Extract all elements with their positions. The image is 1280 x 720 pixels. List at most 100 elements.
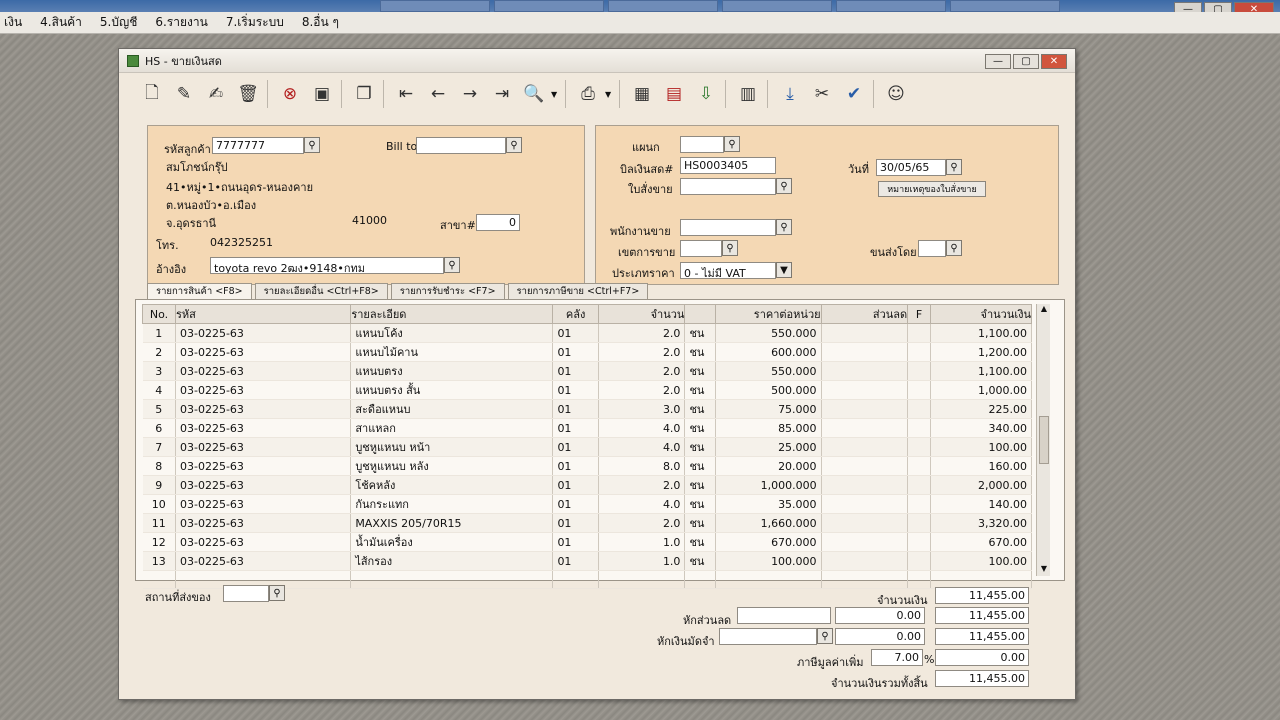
cell-item-code[interactable]: 03-0225-63 [175, 399, 352, 419]
cell-discount[interactable] [821, 532, 909, 552]
table-row[interactable]: 5 03-0225-63 สะดือแหนบ 01 3.0 ชน 75.000 225.00 [142, 399, 1033, 419]
cell-warehouse[interactable]: 01 [552, 532, 599, 552]
host-tab[interactable] [836, 0, 946, 12]
cell-unit[interactable]: ชน [684, 475, 717, 495]
cell-item-code[interactable]: 03-0225-63 [175, 513, 352, 533]
table-row[interactable]: 4 03-0225-63 แหนบตรง สั้น 01 2.0 ชน 500.000 1,0… [142, 380, 1033, 400]
chevron-down-icon[interactable]: ▼ [605, 90, 615, 99]
ok-icon[interactable]: ✔ [839, 79, 869, 109]
cell-warehouse[interactable]: 01 [552, 380, 599, 400]
copy-icon[interactable]: ❐ [349, 79, 379, 109]
cell-warehouse[interactable]: 01 [552, 456, 599, 476]
cell-flag[interactable] [907, 380, 931, 400]
cell-unit[interactable]: ชน [684, 437, 717, 457]
tab-payments[interactable]: รายการรับชำระ <F7> [390, 283, 505, 299]
cell-amount[interactable]: 340.00 [930, 418, 1033, 438]
reference-field[interactable]: toyota revo 2ฒง•9148•กทม [210, 257, 444, 274]
cell-flag[interactable] [907, 323, 931, 343]
cell-unit-price[interactable]: 20.000 [715, 456, 822, 476]
vat-rate-field[interactable]: 7.00 [871, 649, 923, 666]
cell-row-number[interactable]: 1 [142, 323, 176, 343]
deposit-value-field[interactable]: 0.00 [835, 628, 925, 645]
amount-field[interactable]: 11,455.00 [935, 587, 1029, 604]
cell-flag[interactable] [907, 494, 931, 514]
col-header-unit[interactable] [684, 304, 717, 324]
search-icon[interactable]: ⚲ [946, 240, 962, 256]
table-row[interactable]: 3 03-0225-63 แหนบตรง 01 2.0 ชน 550.000 1,100.00 [142, 361, 1033, 381]
cell-warehouse[interactable]: 01 [552, 494, 599, 514]
cell-item-code[interactable]: 03-0225-63 [175, 361, 352, 381]
new-doc-icon[interactable]: 🗋 [137, 79, 167, 109]
price-type-select[interactable]: 0 - ไม่มี VAT [680, 262, 776, 279]
search-icon[interactable]: ⚲ [506, 137, 522, 153]
cell-unit[interactable]: ชน [684, 380, 717, 400]
cell-amount[interactable]: 3,320.00 [930, 513, 1033, 533]
last-record-icon[interactable]: ⇥ [487, 79, 517, 109]
cell-warehouse[interactable]: 01 [552, 323, 599, 343]
menu-item-accounts[interactable]: 5.บัญชี [96, 13, 151, 32]
table-row[interactable]: 6 03-0225-63 สาแหลก 01 4.0 ชน 85.000 340.00 [142, 418, 1033, 438]
table-row[interactable]: 2 03-0225-63 แหนบไม้คาน 01 2.0 ชน 600.000 1,200… [142, 342, 1033, 362]
cell-discount[interactable] [821, 323, 909, 343]
cell-unit-price[interactable]: 550.000 [715, 361, 822, 381]
first-record-icon[interactable]: ⇤ [391, 79, 421, 109]
host-tab[interactable] [950, 0, 1060, 12]
cell-row-number[interactable]: 10 [142, 494, 176, 514]
cell-unit-price[interactable]: 500.000 [715, 380, 822, 400]
cell-amount[interactable]: 2,000.00 [930, 475, 1033, 495]
cell-unit[interactable]: ชน [684, 342, 717, 362]
bill-to-field[interactable] [416, 137, 506, 154]
cell-empty[interactable] [821, 570, 909, 590]
search-icon[interactable]: ⚲ [776, 178, 792, 194]
cell-amount[interactable]: 1,200.00 [930, 342, 1033, 362]
col-header-warehouse[interactable]: คลัง [552, 304, 599, 324]
cell-quantity[interactable]: 8.0 [598, 456, 686, 476]
print-icon[interactable]: ⎙ [573, 79, 603, 109]
cell-warehouse[interactable]: 01 [552, 342, 599, 362]
col-header-discount[interactable]: ส่วนลด [820, 304, 909, 324]
cell-row-number[interactable]: 4 [142, 380, 176, 400]
table-row[interactable]: 9 03-0225-63 โช้คหลัง 01 2.0 ชน 1,000.000 2,000… [142, 475, 1033, 495]
cell-warehouse[interactable]: 01 [552, 475, 599, 495]
cell-row-number[interactable]: 7 [142, 437, 176, 457]
cell-row-number[interactable]: 8 [142, 456, 176, 476]
col-header-flag[interactable]: F [907, 304, 931, 324]
customer-code-field[interactable]: 7777777 [212, 137, 304, 154]
salesman-field[interactable] [680, 219, 776, 236]
cell-warehouse[interactable]: 01 [552, 437, 599, 457]
table-row[interactable]: 11 03-0225-63 MAXXIS 205/70R15 01 2.0 ชน 1,660… [142, 513, 1033, 533]
cell-amount[interactable]: 100.00 [930, 437, 1033, 457]
cell-unit-price[interactable]: 35.000 [715, 494, 822, 514]
cell-unit-price[interactable]: 100.000 [715, 551, 822, 571]
cell-unit-price[interactable]: 85.000 [715, 418, 822, 438]
cell-item-code[interactable]: 03-0225-63 [175, 532, 352, 552]
search-icon[interactable]: ⚲ [724, 136, 740, 152]
cell-item-description[interactable]: แหนบโค้ง [350, 323, 554, 343]
cell-unit[interactable]: ชน [684, 456, 717, 476]
cell-discount[interactable] [821, 494, 909, 514]
discount-value-field[interactable]: 0.00 [835, 607, 925, 624]
cell-item-code[interactable]: 03-0225-63 [175, 342, 352, 362]
cell-quantity[interactable]: 3.0 [598, 399, 686, 419]
sales-area-field[interactable] [680, 240, 722, 257]
scroll-down-icon[interactable]: ▼ [1037, 564, 1051, 576]
cell-item-code[interactable]: 03-0225-63 [175, 456, 352, 476]
cell-item-description[interactable]: กันกระแทก [350, 494, 554, 514]
cell-unit-price[interactable]: 550.000 [715, 323, 822, 343]
cell-amount[interactable]: 1,100.00 [930, 361, 1033, 381]
trash-icon[interactable]: 🗑 [233, 79, 263, 109]
chevron-down-icon[interactable]: ▼ [776, 262, 792, 278]
cell-quantity[interactable]: 4.0 [598, 437, 686, 457]
grid-scrollbar[interactable]: ▲ ▼ [1036, 304, 1050, 576]
cell-discount[interactable] [821, 342, 909, 362]
department-field[interactable] [680, 136, 724, 153]
after-deposit-field[interactable]: 11,455.00 [935, 628, 1029, 645]
cell-warehouse[interactable]: 01 [552, 418, 599, 438]
cell-item-description[interactable]: โช้คหลัง [350, 475, 554, 495]
cell-flag[interactable] [907, 342, 931, 362]
cell-unit-price[interactable]: 670.000 [715, 532, 822, 552]
cell-quantity[interactable]: 1.0 [598, 551, 686, 571]
host-tab[interactable] [608, 0, 718, 12]
grid-doc-icon[interactable]: ▥ [733, 79, 763, 109]
menu-item-cash[interactable]: เงิน [0, 13, 36, 32]
